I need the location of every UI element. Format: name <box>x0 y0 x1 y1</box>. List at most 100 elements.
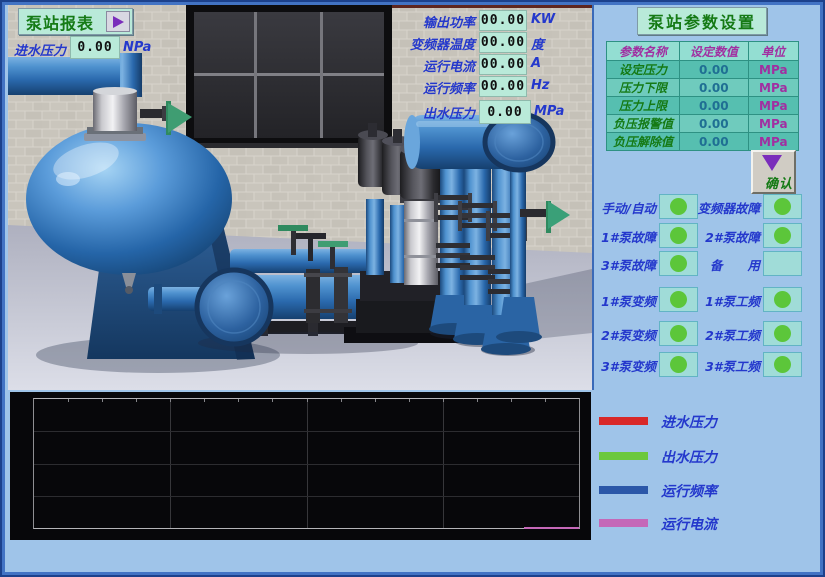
indicator-dot-on <box>774 325 791 342</box>
indicator-label: 2#泵故障 <box>690 227 760 246</box>
indicator-label: 变频器故障 <box>690 198 760 217</box>
running-current-trace <box>524 527 579 529</box>
inlet-pressure-label: 进水压力 <box>0 40 66 59</box>
indicator-label: 手动/自动 <box>586 198 656 217</box>
settings-row: 设定压力0.00MPa <box>607 61 799 79</box>
trend-plot-area <box>33 398 580 529</box>
settings-column-header: 参数名称 <box>607 42 680 61</box>
readout-value: 00.00 <box>479 76 527 97</box>
setting-unit: MPa <box>748 79 798 97</box>
readout-label: 运行电流 <box>357 56 475 75</box>
gridline-horizontal <box>34 464 579 465</box>
indicator-dot-on <box>774 227 791 244</box>
readout-unit: 度 <box>531 34 544 53</box>
indicator-lamp <box>763 194 802 219</box>
axis-minor-tick <box>102 399 103 402</box>
indicator-label: 2#泵变频 <box>586 325 656 344</box>
axis-minor-tick <box>511 399 512 402</box>
indicator-label: 2#泵工频 <box>690 325 760 344</box>
gridline-horizontal <box>34 496 579 497</box>
axis-minor-tick <box>136 399 137 402</box>
settings-row: 压力下限0.00MPa <box>607 79 799 97</box>
setting-name: 设定压力 <box>607 61 680 79</box>
readout-value: 00.00 <box>479 32 527 53</box>
readout-unit: A <box>531 56 541 71</box>
setting-value[interactable]: 0.00 <box>680 133 749 151</box>
indicator-label: 3#泵变频 <box>586 356 656 375</box>
axis-minor-tick <box>204 399 205 402</box>
outlet-pressure-label: 出水压力 <box>357 103 475 122</box>
settings-column-header: 单位 <box>748 42 798 61</box>
legend-color-bar <box>599 519 648 527</box>
indicator-dot-on <box>670 198 687 215</box>
settings-table: 参数名称设定数值单位 设定压力0.00MPa压力下限0.00MPa压力上限0.0… <box>606 41 799 151</box>
inlet-pressure-unit: NPa <box>123 40 151 55</box>
settings-row: 压力上限0.00MPa <box>607 97 799 115</box>
indicator-label: 3#泵故障 <box>586 255 656 274</box>
axis-minor-tick <box>238 399 239 402</box>
indicator-dot-on <box>774 356 791 373</box>
legend-label: 运行电流 <box>661 514 717 534</box>
legend-color-bar <box>599 452 648 460</box>
indicator-dot-on <box>774 198 791 215</box>
readout-label: 输出功率 <box>357 12 475 31</box>
readout-unit: Hz <box>531 78 549 93</box>
pump-station-hmi: 泵站报表 进水压力 0.00 NPa 出水压力 0.00 MPa 泵站参数设置 … <box>0 0 825 577</box>
readout-value: 00.00 <box>479 54 527 75</box>
settings-panel-title: 泵站参数设置 <box>637 7 767 35</box>
down-triangle-icon <box>762 155 782 171</box>
confirm-button[interactable]: 确认 <box>751 150 796 194</box>
indicator-label: 1#泵故障 <box>586 227 656 246</box>
setting-name: 压力上限 <box>607 97 680 115</box>
trend-chart-panel <box>10 392 591 540</box>
report-button-label: 泵站报表 <box>19 10 94 34</box>
setting-unit: MPa <box>748 61 798 79</box>
legend-color-bar <box>599 417 648 425</box>
setting-name: 压力下限 <box>607 79 680 97</box>
axis-minor-tick <box>443 399 444 402</box>
readout-label: 变频器温度 <box>357 34 475 53</box>
settings-table-header: 参数名称设定数值单位 <box>607 42 799 61</box>
axis-minor-tick <box>341 399 342 402</box>
indicator-lamp <box>763 287 802 312</box>
readout-unit: KW <box>531 12 555 27</box>
setting-name: 负压报警值 <box>607 115 680 133</box>
setting-unit: MPa <box>748 115 798 133</box>
axis-minor-tick <box>272 399 273 402</box>
legend-label: 运行频率 <box>661 481 717 501</box>
axis-minor-tick <box>170 399 171 402</box>
indicator-lamp <box>763 251 802 276</box>
legend-label: 进水压力 <box>661 412 717 432</box>
setting-value[interactable]: 0.00 <box>680 79 749 97</box>
axis-minor-tick <box>375 399 376 402</box>
play-triangle-icon[interactable] <box>106 11 130 32</box>
confirm-button-label: 确认 <box>765 173 793 192</box>
indicator-dot-on <box>670 356 687 373</box>
legend-color-bar <box>599 486 648 494</box>
indicator-dot-on <box>670 325 687 342</box>
outlet-pressure-value: 0.00 <box>479 100 531 124</box>
gridline-horizontal <box>34 431 579 432</box>
axis-minor-tick <box>307 399 308 402</box>
indicator-dot-on <box>670 227 687 244</box>
indicator-lamp <box>763 223 802 248</box>
axis-minor-tick <box>477 399 478 402</box>
indicator-dot-on <box>774 291 791 308</box>
outlet-pressure-unit: MPa <box>534 104 564 119</box>
setting-value[interactable]: 0.00 <box>680 61 749 79</box>
setting-unit: MPa <box>748 133 798 151</box>
inlet-pressure-value: 0.00 <box>70 36 120 59</box>
indicator-dot-on <box>670 291 687 308</box>
setting-value[interactable]: 0.00 <box>680 97 749 115</box>
readout-value: 00.00 <box>479 10 527 31</box>
indicator-label: 1#泵工频 <box>690 291 760 310</box>
readout-label: 运行频率 <box>357 78 475 97</box>
setting-value[interactable]: 0.00 <box>680 115 749 133</box>
legend-label: 出水压力 <box>661 447 717 467</box>
setting-name: 负压解除值 <box>607 133 680 151</box>
indicator-lamp <box>763 352 802 377</box>
indicator-lamp <box>763 321 802 346</box>
indicator-dot-on <box>670 255 687 272</box>
report-button[interactable]: 泵站报表 <box>18 8 133 35</box>
indicator-label: 1#泵变频 <box>586 291 656 310</box>
